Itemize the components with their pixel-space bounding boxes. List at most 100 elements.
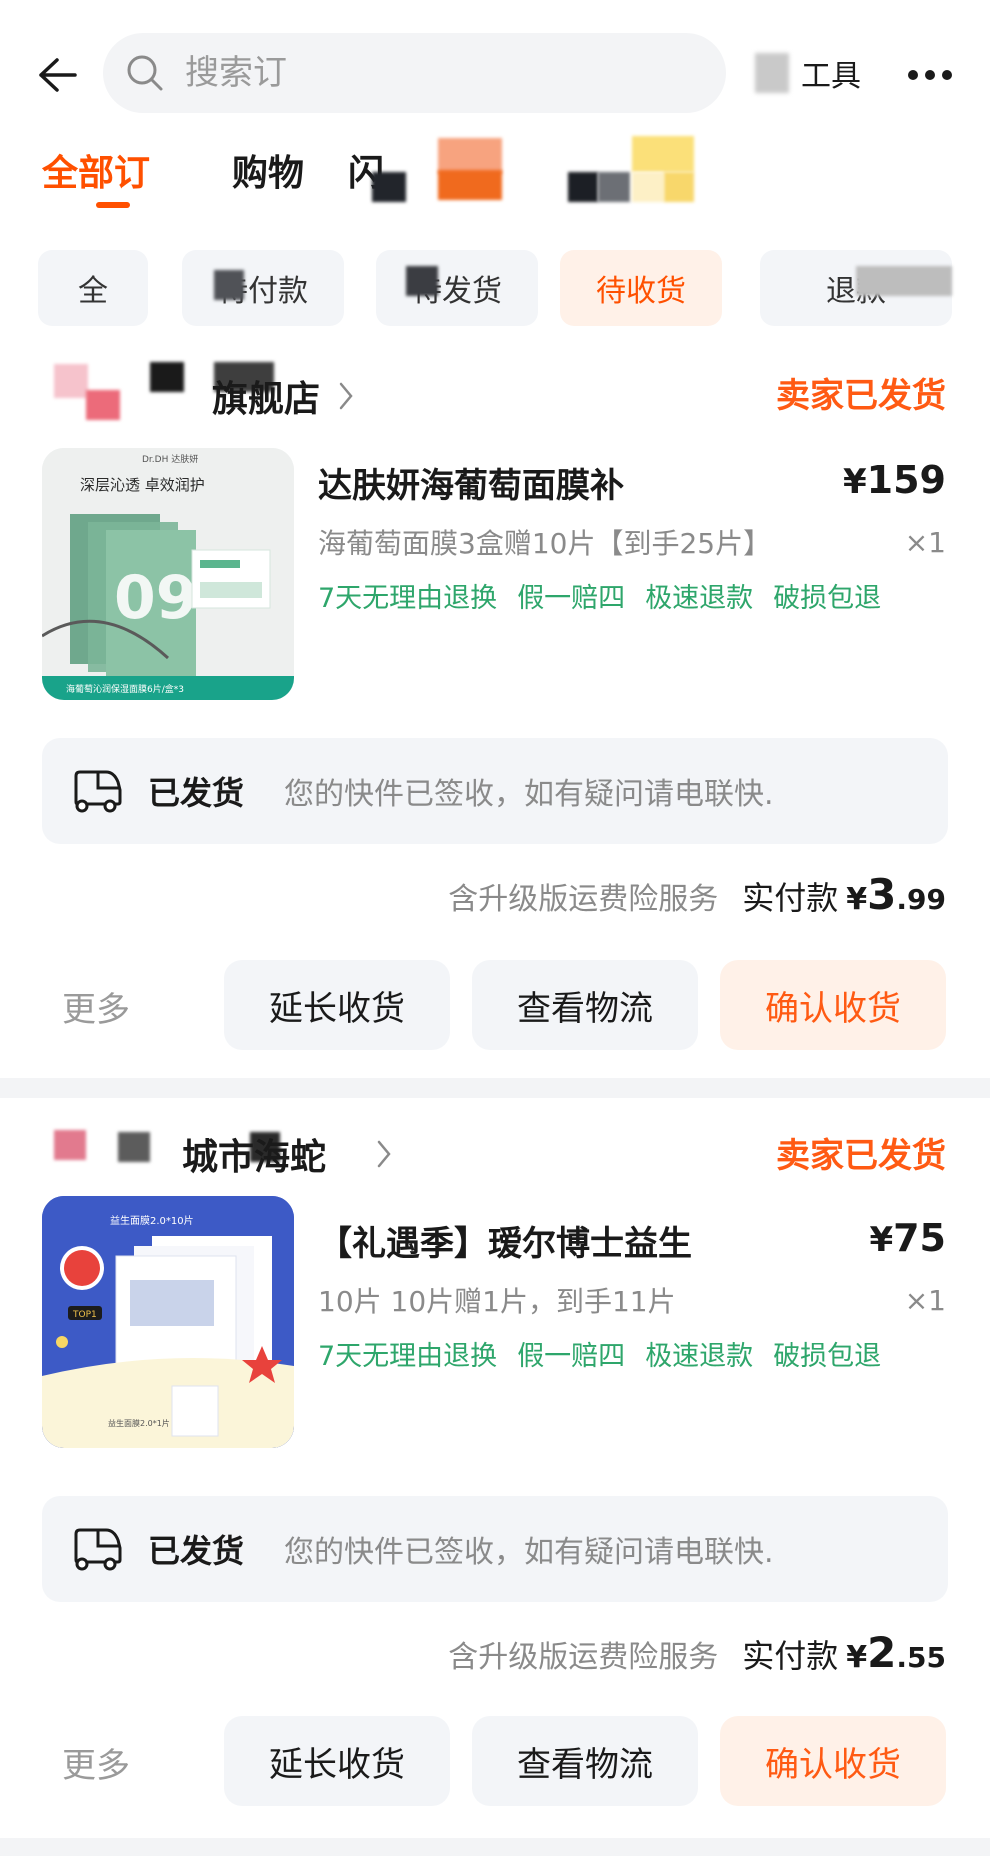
- extend-receipt-button[interactable]: 延长收货: [224, 1716, 450, 1806]
- order-type-tabs: 全部订 购物 闪: [0, 130, 990, 220]
- more-menu-button[interactable]: [900, 50, 960, 100]
- guarantee-tag: 假一赔四: [517, 1341, 626, 1372]
- product-price: ¥159: [843, 458, 946, 502]
- logistics-bar[interactable]: 已发货 您的快件已签收，如有疑问请电联快.: [42, 1496, 948, 1602]
- price-currency: ¥: [869, 1220, 894, 1260]
- order-actions: 更多 延长收货 查看物流 确认收货: [0, 1716, 990, 1812]
- product-sku: 10片 10片赠1片，到手11片: [318, 1285, 676, 1318]
- order-actions: 更多 延长收货 查看物流 确认收货: [0, 960, 990, 1056]
- search-input[interactable]: [185, 53, 605, 93]
- chevron-right-icon: [339, 382, 353, 410]
- tools-label: 工具: [801, 59, 861, 94]
- shipping-insurance: 含升级版运费险服务: [448, 1640, 719, 1675]
- blurred-mask: [438, 138, 502, 174]
- shop-name[interactable]: 城市海蛇: [182, 1128, 392, 1180]
- product-image[interactable]: 益生面膜2.0*10片 TOP1 益生面膜2.0*1片: [42, 1196, 294, 1448]
- product-image[interactable]: Dr.DH 达肤妍 深层沁透 卓效润护 09 海葡萄沁润保湿面膜6片/盒*3: [42, 448, 294, 700]
- paid-currency: ¥: [846, 1640, 868, 1675]
- guarantee-tag: 破损包退: [773, 583, 882, 614]
- paid-amount-decimal: .99: [896, 883, 946, 916]
- blurred-mask: [568, 172, 598, 202]
- shipping-insurance: 含升级版运费险服务: [448, 882, 719, 917]
- product-image-art: 益生面膜2.0*10片 TOP1 益生面膜2.0*1片: [42, 1196, 294, 1448]
- chip-all[interactable]: 全: [38, 250, 148, 326]
- shop-logo: [86, 390, 120, 420]
- back-button[interactable]: [30, 50, 84, 100]
- logistics-status: 已发货: [148, 1532, 245, 1570]
- confirm-receipt-button[interactable]: 确认收货: [720, 960, 946, 1050]
- product-title[interactable]: 达肤妍海葡萄面膜补: [318, 458, 624, 507]
- more-actions-link[interactable]: 更多: [62, 982, 130, 1031]
- chevron-right-icon: [377, 1140, 391, 1168]
- more-dots-icon: [908, 70, 952, 80]
- product-brand: Dr.DH 达肤妍: [142, 453, 198, 465]
- more-actions-link[interactable]: 更多: [62, 1738, 130, 1787]
- order-card: 城市海蛇 卖家已发货 益生面膜2.0*10片 TOP1 益生面膜2.0*1片 【…: [0, 1110, 990, 1830]
- shop-header[interactable]: 旗舰店 卖家已发货: [0, 350, 990, 430]
- paid-label: 实付款: [742, 1637, 839, 1675]
- search-icon: [127, 55, 163, 91]
- product-image-art: Dr.DH 达肤妍 深层沁透 卓效润护 09 海葡萄沁润保湿面膜6片/盒*3: [42, 448, 294, 700]
- blurred-mask: [406, 266, 438, 296]
- product-image-caption: 益生面膜2.0*1片: [108, 1418, 170, 1428]
- status-filter-chips: 全 待付款 待发货 待收货 退款: [0, 250, 990, 330]
- product-slogan: 深层沁透 卓效润护: [80, 476, 205, 494]
- price-value: 75: [893, 1216, 946, 1260]
- guarantee-tags: 7天无理由退换 假一赔四 极速退款 破损包退: [318, 1334, 881, 1373]
- guarantee-tag: 破损包退: [773, 1341, 882, 1372]
- chip-pending-receipt[interactable]: 待收货: [560, 250, 722, 326]
- active-tab-indicator: [96, 202, 130, 208]
- price-currency: ¥: [843, 462, 867, 502]
- shop-logo: [54, 1130, 86, 1160]
- order-status: 卖家已发货: [776, 376, 946, 416]
- blurred-mask: [632, 172, 664, 202]
- blurred-mask: [598, 172, 630, 202]
- view-logistics-button[interactable]: 查看物流: [472, 1716, 698, 1806]
- blurred-mask: [214, 270, 244, 300]
- product-image-top-text: 益生面膜2.0*10片: [110, 1214, 194, 1227]
- blurred-mask: [372, 172, 406, 202]
- product-title[interactable]: 【礼遇季】瑷尔博士益生: [318, 1216, 692, 1265]
- chip-label: 全: [78, 274, 108, 309]
- product-sku: 海葡萄面膜3盒赠10片【到手25片】: [318, 527, 772, 560]
- logistics-message: 您的快件已签收，如有疑问请电联快.: [284, 777, 774, 812]
- top-bar: 工具: [0, 0, 990, 130]
- product-price: ¥75: [869, 1216, 946, 1260]
- view-logistics-button[interactable]: 查看物流: [472, 960, 698, 1050]
- blurred-mask: [150, 362, 184, 392]
- confirm-receipt-button[interactable]: 确认收货: [720, 1716, 946, 1806]
- guarantee-tag: 假一赔四: [517, 583, 626, 614]
- blurred-mask: [438, 170, 502, 200]
- truck-icon: [74, 770, 122, 813]
- shop-name[interactable]: 旗舰店: [212, 370, 354, 422]
- guarantee-tag: 极速退款: [645, 583, 754, 614]
- search-bar[interactable]: [103, 33, 726, 113]
- product-quantity: ×1: [904, 1284, 946, 1317]
- tools-button[interactable]: 工具: [755, 48, 861, 98]
- tab-shopping[interactable]: 购物: [232, 144, 304, 196]
- chip-pending-payment[interactable]: 待付款: [182, 250, 344, 326]
- extend-receipt-button[interactable]: 延长收货: [224, 960, 450, 1050]
- payment-summary: 含升级版运费险服务 实付款 ¥ 2 .55: [448, 1628, 946, 1688]
- order-card: 旗舰店 卖家已发货 Dr.DH 达肤妍 深层沁透 卓效润护 09 海葡萄沁润保湿…: [0, 350, 990, 1070]
- shop-name-text: 旗舰店: [212, 379, 321, 420]
- svg-text:09: 09: [114, 563, 198, 633]
- blurred-mask: [856, 266, 952, 296]
- paid-amount-decimal: .55: [896, 1641, 946, 1674]
- truck-icon: [74, 1528, 122, 1571]
- chip-pending-shipment[interactable]: 待发货: [376, 250, 538, 326]
- shop-name-text: 城市海蛇: [182, 1137, 327, 1178]
- blurred-mask: [632, 136, 694, 172]
- tab-all-orders[interactable]: 全部订: [42, 144, 150, 196]
- logistics-bar[interactable]: 已发货 您的快件已签收，如有疑问请电联快.: [42, 738, 948, 844]
- order-status: 卖家已发货: [776, 1136, 946, 1176]
- chip-label: 待收货: [596, 274, 686, 309]
- price-value: 159: [866, 458, 946, 502]
- order-divider: [0, 1838, 990, 1856]
- shop-header[interactable]: 城市海蛇 卖家已发货: [0, 1110, 990, 1190]
- blurred-mask: [118, 1132, 150, 1162]
- product-image-caption: 海葡萄沁润保湿面膜6片/盒*3: [66, 683, 184, 695]
- paid-amount-integer: 2: [867, 1628, 897, 1677]
- tools-icon: [755, 53, 789, 93]
- product-quantity: ×1: [904, 526, 946, 559]
